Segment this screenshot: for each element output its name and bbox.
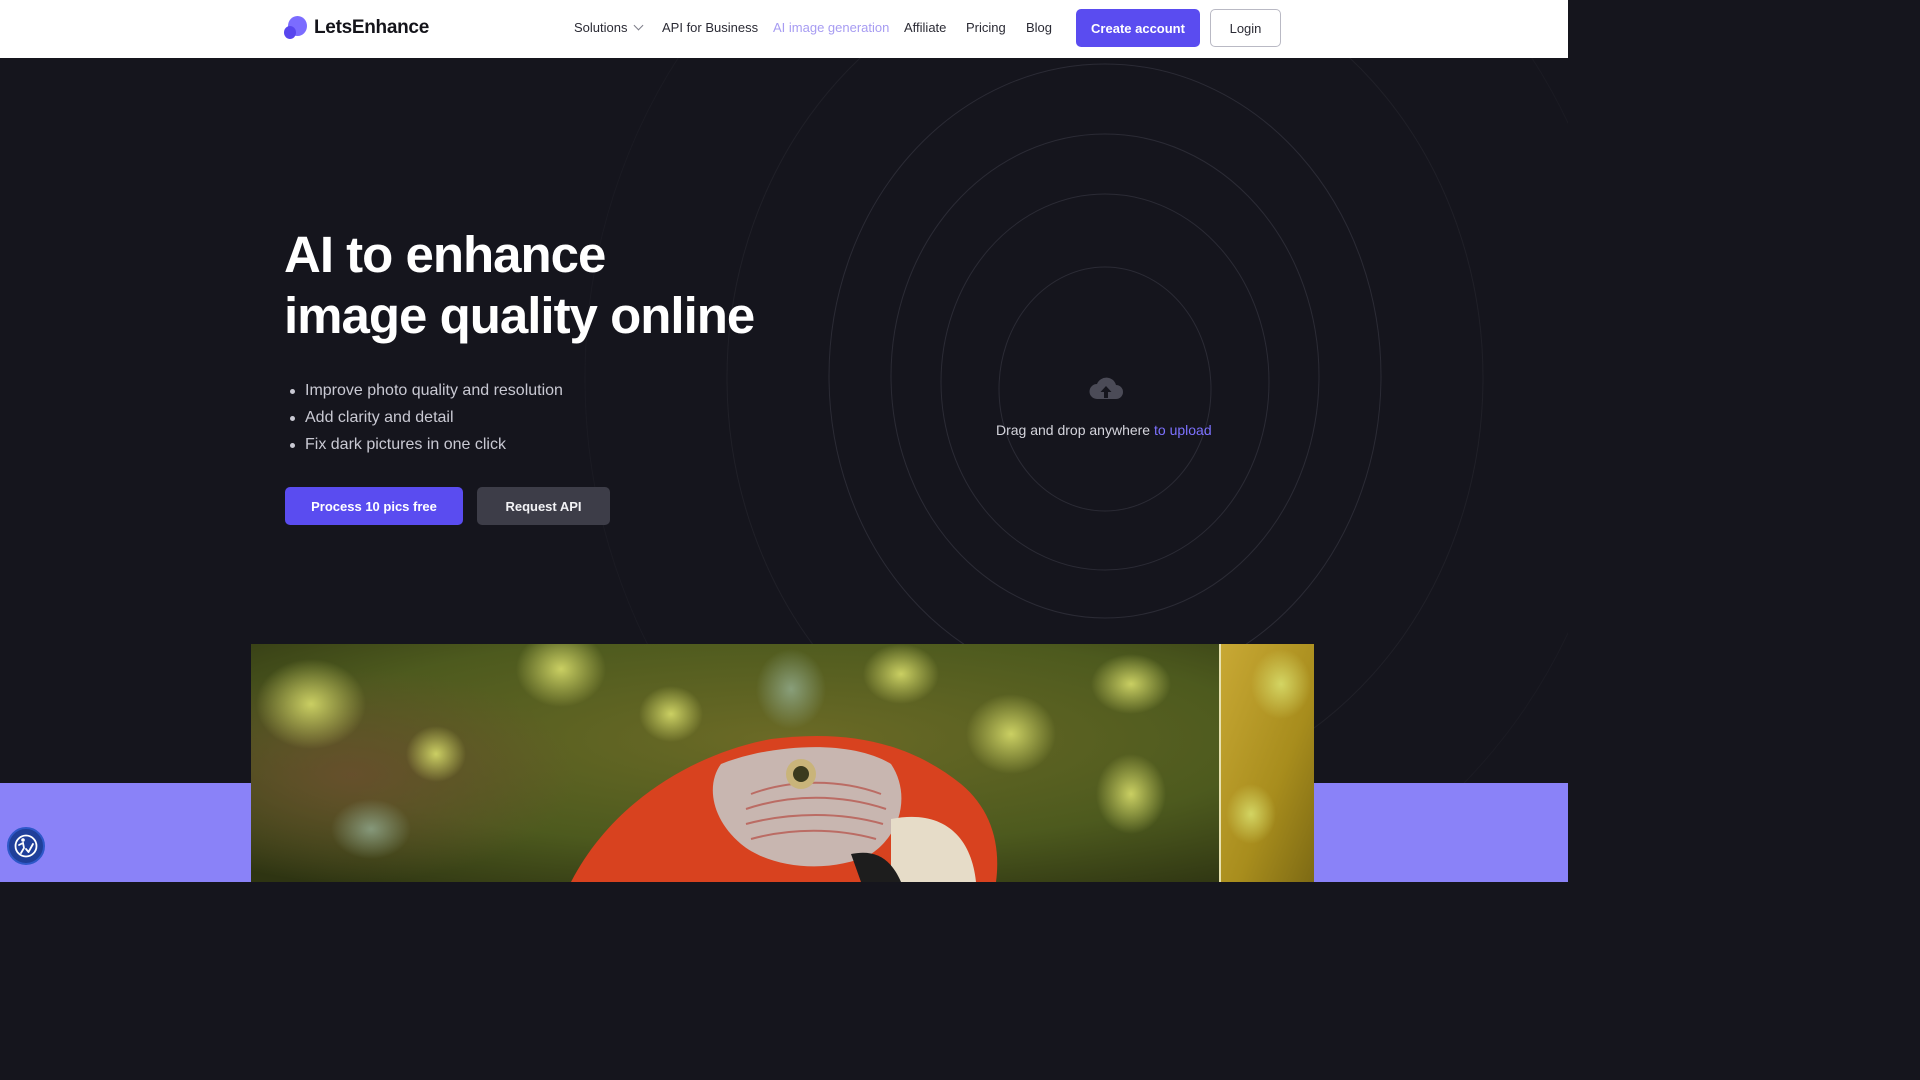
accessibility-button[interactable] <box>7 827 45 865</box>
headline-line-1: AI to enhance <box>284 226 606 283</box>
top-nav: LetsEnhance Solutions API for Business A… <box>0 0 1568 58</box>
process-free-button[interactable]: Process 10 pics free <box>285 487 463 525</box>
parrot-image <box>251 644 1314 882</box>
cloud-upload-icon[interactable] <box>1088 375 1124 403</box>
comparison-image[interactable] <box>251 644 1314 882</box>
hero-section[interactable]: AI to enhance image quality online Impro… <box>0 58 1568 882</box>
feature-item: Add clarity and detail <box>288 404 563 431</box>
brand-name: LetsEnhance <box>314 17 429 38</box>
feature-item: Fix dark pictures in one click <box>288 431 563 458</box>
chevron-down-icon <box>634 20 644 31</box>
nav-ai-generation[interactable]: AI image generation <box>773 20 889 35</box>
nav-affiliate[interactable]: Affiliate <box>904 20 946 35</box>
upload-prompt[interactable]: Drag and drop anywhere to upload <box>996 422 1218 438</box>
logo-mark-icon <box>284 15 308 41</box>
feature-list: Improve photo quality and resolution Add… <box>288 377 563 458</box>
feature-item: Improve photo quality and resolution <box>288 377 563 404</box>
nav-solutions[interactable]: Solutions <box>574 20 644 35</box>
login-button[interactable]: Login <box>1210 9 1281 47</box>
request-api-button[interactable]: Request API <box>477 487 610 525</box>
upload-text: Drag and drop anywhere <box>996 422 1151 438</box>
nav-pricing[interactable]: Pricing <box>966 20 1006 35</box>
hero-headline: AI to enhance image quality online <box>284 224 755 346</box>
nav-blog[interactable]: Blog <box>1026 20 1052 35</box>
accessibility-icon <box>14 834 38 858</box>
nav-solutions-label: Solutions <box>574 20 628 35</box>
create-account-button[interactable]: Create account <box>1076 9 1200 47</box>
upload-link[interactable]: to upload <box>1154 422 1212 438</box>
headline-line-2: image quality online <box>284 287 755 344</box>
nav-api-business[interactable]: API for Business <box>662 20 758 35</box>
brand-logo[interactable]: LetsEnhance <box>284 14 429 42</box>
